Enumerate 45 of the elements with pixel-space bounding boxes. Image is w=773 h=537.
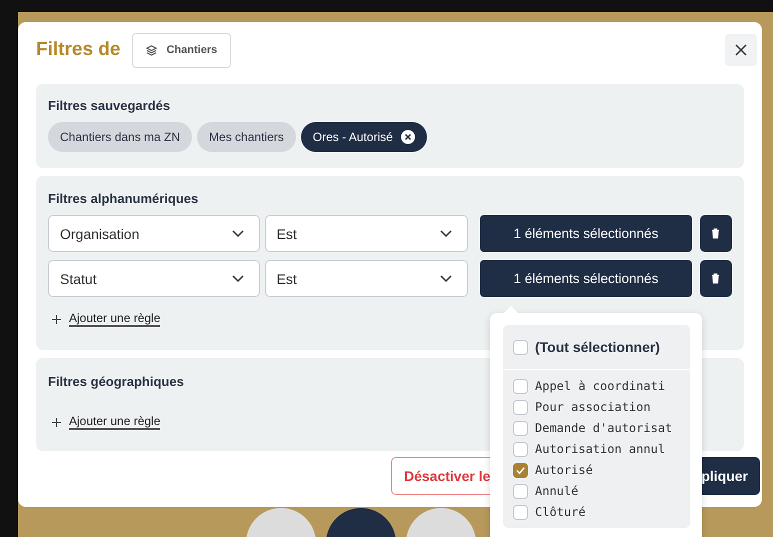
checkbox[interactable] <box>513 340 528 354</box>
saved-filter-chip[interactable]: Ores - Autorisé <box>300 122 427 152</box>
status-option[interactable]: Demande d'autorisat <box>513 418 690 438</box>
status-option[interactable]: Pour association <box>513 397 690 417</box>
checkbox[interactable] <box>513 400 528 414</box>
close-icon <box>734 43 748 57</box>
checkbox[interactable] <box>513 442 528 456</box>
add-rule-link[interactable]: Ajouter une règle <box>52 311 160 327</box>
remove-icon[interactable] <box>400 130 415 144</box>
checkbox[interactable] <box>513 420 528 436</box>
delete-button[interactable] <box>700 215 732 252</box>
section-title: Filtres alphanumériques <box>48 191 198 206</box>
operator-dropdown[interactable]: Est <box>264 260 468 297</box>
operator-dropdown[interactable]: Est <box>264 215 468 252</box>
chevron-down-icon <box>232 274 244 282</box>
layer-button[interactable]: Chantiers <box>132 32 232 68</box>
chevron-down-icon <box>232 230 244 238</box>
checkbox[interactable] <box>513 484 528 498</box>
add-rule-link[interactable]: Ajouter une règle <box>52 414 160 430</box>
section-title: Filtres sauvegardés <box>48 98 170 113</box>
delete-button[interactable] <box>700 260 732 297</box>
trash-icon <box>711 273 720 284</box>
dialog-title: Filtres de <box>36 39 120 61</box>
select-all-option[interactable]: (Tout sélectionner) <box>513 339 660 355</box>
status-option[interactable]: Clôturé <box>513 502 690 522</box>
status-option[interactable]: Appel à coordinati <box>513 376 690 396</box>
trash-icon <box>711 228 720 239</box>
plus-icon <box>52 418 61 426</box>
chevron-down-icon <box>440 274 452 282</box>
plus-icon <box>52 314 61 324</box>
check-icon <box>515 464 526 476</box>
field-dropdown[interactable]: Organisation <box>48 215 260 252</box>
close-button[interactable] <box>725 34 757 66</box>
layers-icon <box>146 44 158 56</box>
chevron-down-icon <box>440 230 452 238</box>
section-title: Filtres géographiques <box>48 374 184 389</box>
saved-filter-chip[interactable]: Chantiers dans ma ZN <box>48 122 192 152</box>
status-option[interactable]: Autorisation annul <box>513 439 690 459</box>
saved-filter-chip[interactable]: Mes chantiers <box>197 122 296 152</box>
field-dropdown[interactable]: Statut <box>48 260 260 297</box>
values-button[interactable]: 1 éléments sélectionnés <box>480 260 692 297</box>
values-button[interactable]: 1 éléments sélectionnés <box>480 215 692 252</box>
checkbox[interactable] <box>513 504 528 520</box>
checkbox[interactable] <box>513 378 528 394</box>
checkbox[interactable] <box>513 462 528 478</box>
